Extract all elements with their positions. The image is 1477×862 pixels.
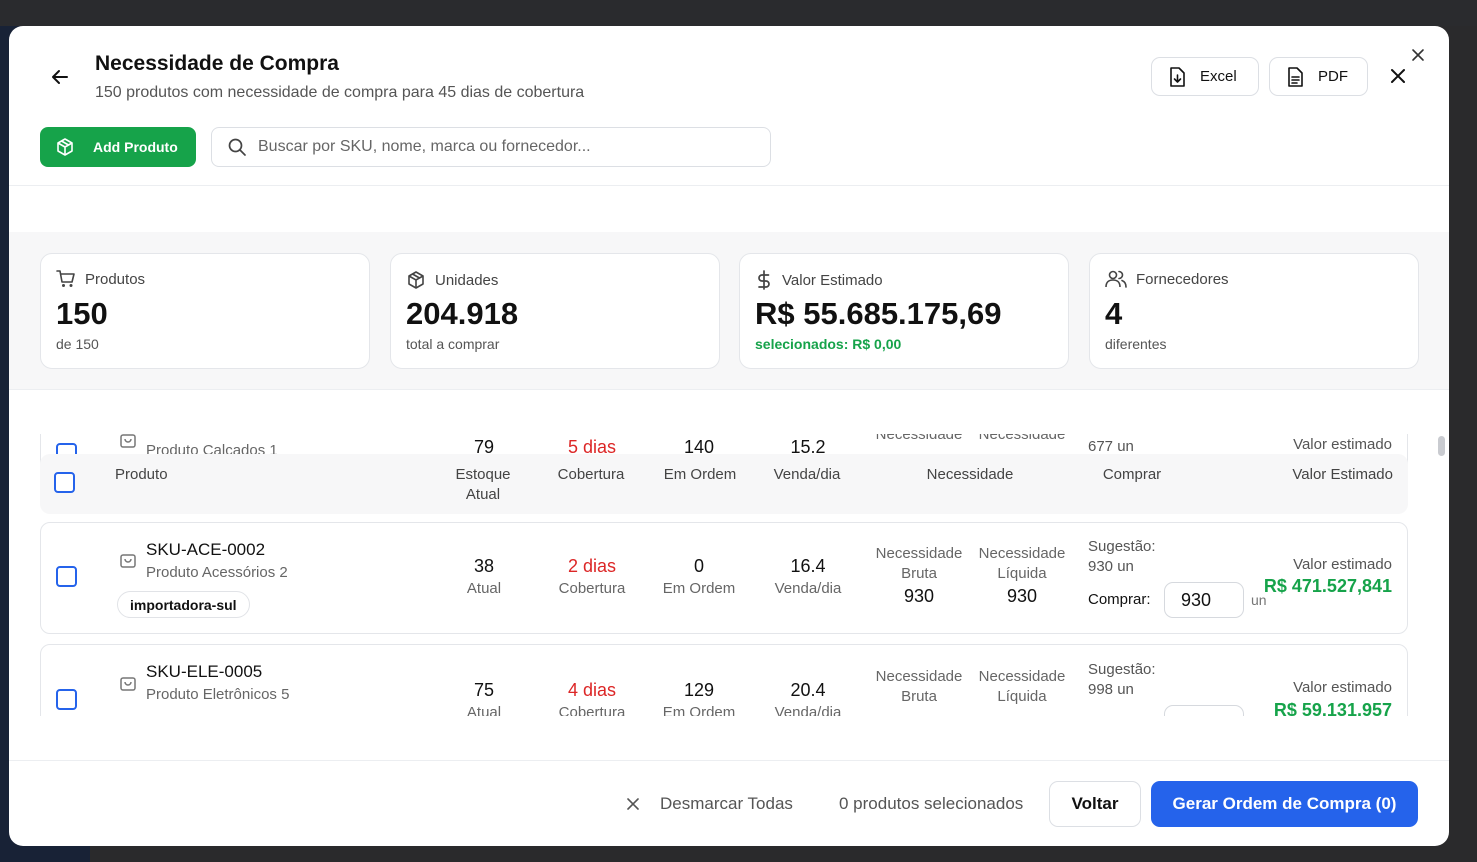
gross-need-cell: Necessidade Bruta 930 <box>875 545 963 606</box>
deselect-all-label: Desmarcar Todas <box>660 794 793 813</box>
search-icon <box>227 137 247 157</box>
summary-stats: Produtos 150 de 150 Unidades 204.918 tot… <box>9 232 1449 390</box>
file-text-icon <box>1286 66 1304 87</box>
buy-quantity-input[interactable] <box>1164 582 1244 618</box>
header-estoque[interactable]: Estoque Atual <box>448 465 518 505</box>
stock-cell: 38 Atual <box>466 556 502 597</box>
table-row: SKU-ACE-0002 Produto Acessórios 2 import… <box>40 522 1408 634</box>
stat-sub-selected: selecionados: R$ 0,00 <box>755 336 902 352</box>
x-icon <box>626 797 640 811</box>
estimated-value-label: Valor estimado <box>1293 436 1392 453</box>
export-excel-button[interactable]: Excel <box>1151 57 1259 96</box>
stat-card-fornecedores: Fornecedores 4 diferentes <box>1089 253 1419 369</box>
stat-label: Unidades <box>435 271 499 289</box>
stat-sub: de 150 <box>56 336 99 352</box>
package-icon <box>55 137 75 157</box>
page-subtitle: 150 produtos com necessidade de compra p… <box>95 84 585 101</box>
select-all-checkbox[interactable] <box>54 472 75 493</box>
net-need-cell: Necessidade Líquida <box>978 668 1066 705</box>
on-order-cell: 129 Em Ordem <box>662 680 736 716</box>
on-order-cell: 0 Em Ordem <box>662 556 736 597</box>
suggestion-text: Sugestão: 930 un <box>1088 538 1156 575</box>
scrollbar-thumb[interactable] <box>1438 436 1445 456</box>
backdrop-top <box>0 0 1477 26</box>
product-table: Produto Calcados 1 79 5 dias 140 15.2 Ne… <box>9 390 1449 760</box>
supplier-tag: importadora-sul <box>117 591 250 618</box>
header-cobertura[interactable]: Cobertura <box>541 465 641 485</box>
gross-need-cell: Necessidade <box>875 434 963 443</box>
selected-count: 0 produtos selecionados <box>839 794 1024 813</box>
table-row: SKU-ELE-0005 Produto Eletrônicos 5 75 Atu… <box>40 644 1408 716</box>
buy-label: Comprar: <box>1088 591 1151 608</box>
table-scroll-viewport[interactable]: Produto Calcados 1 79 5 dias 140 15.2 Ne… <box>40 434 1408 716</box>
header-produto[interactable]: Produto <box>115 465 168 485</box>
sales-day-cell: 16.4 Venda/dia <box>774 556 842 597</box>
product-name: Produto Acessórios 2 <box>146 564 288 581</box>
stat-value: 204.918 <box>406 296 519 331</box>
product-sku: SKU-ELE-0005 <box>146 662 263 681</box>
coverage-cell: 2 dias Cobertura <box>558 556 626 597</box>
search-box <box>211 127 771 167</box>
header-valor-estimado[interactable]: Valor Estimado <box>1292 465 1393 485</box>
stat-card-produtos: Produtos 150 de 150 <box>40 253 370 369</box>
modal-header: Necessidade de Compra 150 produtos com n… <box>9 26 1449 186</box>
file-download-icon <box>1168 66 1186 87</box>
add-product-button[interactable]: Add Produto <box>40 127 196 167</box>
modal-footer: Desmarcar Todas 0 produtos selecionados … <box>9 760 1449 846</box>
search-input[interactable] <box>258 138 738 156</box>
users-icon <box>1105 270 1127 288</box>
dollar-icon <box>755 270 773 290</box>
back-arrow-icon[interactable] <box>49 66 71 88</box>
header-em-ordem[interactable]: Em Ordem <box>658 465 742 485</box>
stat-value: R$ 55.685.175,69 <box>755 296 1002 331</box>
product-name: Produto Eletrônicos 5 <box>146 686 290 703</box>
stat-label: Fornecedores <box>1136 270 1229 288</box>
stock-cell: 75 Atual <box>466 680 502 716</box>
product-sku: SKU-ACE-0002 <box>146 540 266 559</box>
table-scrollbar[interactable] <box>1437 434 1445 716</box>
gross-need-cell: Necessidade Bruta <box>875 668 963 705</box>
purchase-need-modal: Necessidade de Compra 150 produtos com n… <box>9 26 1449 846</box>
shopping-bag-icon <box>119 551 137 569</box>
net-need-cell: Necessidade <box>978 434 1066 443</box>
net-need-cell: Necessidade Líquida 930 <box>978 545 1066 606</box>
header-venda-dia[interactable]: Venda/dia <box>762 465 852 485</box>
box-icon <box>406 270 426 290</box>
estimated-value-label: Valor estimado <box>1293 556 1392 573</box>
close-modal-icon[interactable] <box>1389 67 1407 85</box>
generate-purchase-order-button[interactable]: Gerar Ordem de Compra (0) <box>1151 781 1418 827</box>
header-comprar[interactable]: Comprar <box>1092 465 1172 485</box>
sales-day-cell: 20.4 Venda/dia <box>774 680 842 716</box>
coverage-cell: 4 dias Cobertura <box>558 680 626 716</box>
stat-card-valor-estimado: Valor Estimado R$ 55.685.175,69 selecion… <box>739 253 1069 369</box>
header-necessidade[interactable]: Necessidade <box>910 465 1030 485</box>
suggestion-text: Sugestão: 998 un <box>1088 661 1156 698</box>
stat-label: Valor Estimado <box>782 271 883 289</box>
excel-label: Excel <box>1200 68 1237 85</box>
estimated-value: R$ 471.527,841 <box>1263 576 1392 596</box>
back-button[interactable]: Voltar <box>1049 781 1141 827</box>
stat-sub: diferentes <box>1105 336 1167 352</box>
page-title: Necessidade de Compra <box>95 52 339 75</box>
cart-icon <box>56 270 76 288</box>
buy-quantity-input[interactable] <box>1164 705 1244 716</box>
stat-value: 4 <box>1105 296 1123 331</box>
shopping-bag-icon <box>119 434 137 449</box>
stat-label: Produtos <box>85 270 146 288</box>
stat-sub: total a comprar <box>406 336 500 352</box>
export-pdf-button[interactable]: PDF <box>1269 57 1368 96</box>
estimated-value: R$ 59.131.957 <box>1273 700 1392 716</box>
row-checkbox[interactable] <box>56 689 77 710</box>
pdf-label: PDF <box>1318 68 1348 85</box>
stat-value: 150 <box>56 296 108 331</box>
add-product-label: Add Produto <box>93 139 178 155</box>
stat-card-unidades: Unidades 204.918 total a comprar <box>390 253 720 369</box>
table-header: Produto Estoque Atual Cobertura Em Ordem… <box>40 454 1408 514</box>
deselect-all-button[interactable]: Desmarcar Todas <box>626 794 793 814</box>
row-checkbox[interactable] <box>56 566 77 587</box>
estimated-value-label: Valor estimado <box>1293 679 1392 696</box>
shopping-bag-icon <box>119 674 137 692</box>
